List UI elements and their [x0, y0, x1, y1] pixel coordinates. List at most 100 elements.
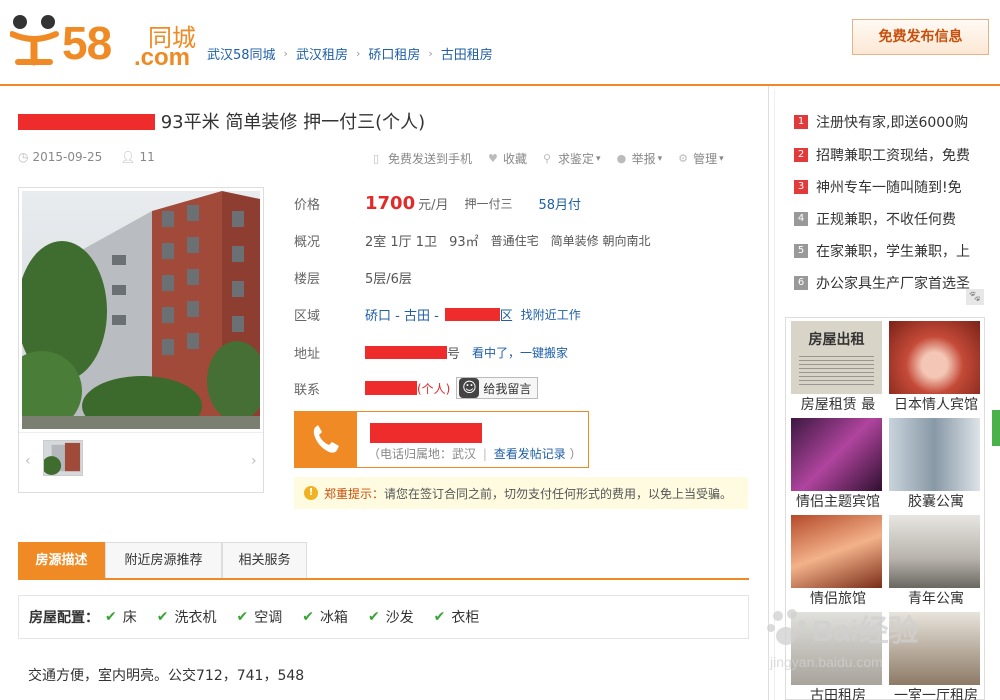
- post-free-info-button[interactable]: 免费发布信息: [852, 19, 989, 55]
- sidebar-ad-item[interactable]: 6 办公家具生产厂家首选圣: [794, 272, 970, 294]
- rank-badge: 4: [794, 212, 808, 226]
- one-click-move-link[interactable]: 看中了，一键搬家: [472, 344, 568, 361]
- feedback-tab[interactable]: [992, 410, 1000, 446]
- area-row: 区域 硚口 - 古田 - 区 找附近工作: [294, 302, 581, 326]
- pin-icon: ●: [616, 152, 627, 165]
- price-unit: 元/月: [418, 197, 449, 213]
- rank-badge: 3: [794, 180, 808, 194]
- send-to-phone-link[interactable]: ▯ 免费发送到手机: [373, 150, 472, 167]
- facility-label: 房屋配置：: [29, 610, 99, 626]
- tab-nearby-listings[interactable]: 附近房源推荐: [105, 542, 222, 578]
- logo-number: 58: [62, 17, 112, 69]
- chevron-left-icon[interactable]: ‹: [25, 453, 31, 469]
- rank-badge: 6: [794, 276, 808, 290]
- report-label: 举报: [631, 152, 656, 166]
- ad-image: [889, 321, 980, 394]
- check-icon: ✔: [105, 609, 117, 625]
- favorite-link[interactable]: ♥ 收藏: [488, 150, 527, 167]
- check-icon: ✔: [156, 609, 169, 625]
- breadcrumb-item[interactable]: 古田租房: [441, 44, 493, 63]
- redacted-address: [365, 345, 447, 359]
- ad-image: 房屋出租: [791, 321, 882, 394]
- notice-body: 请您在签订合同之前，切勿支付任何形式的费用，以免上当受骗。: [384, 486, 733, 501]
- sidebar-ad-item[interactable]: 5 在家兼职，学生兼职，上: [794, 240, 970, 262]
- sidebar-ad-item[interactable]: 1 注册快有家,即送6000购: [794, 111, 968, 133]
- breadcrumb-item[interactable]: 硚口租房: [368, 44, 420, 63]
- room-layout: 2室 1厅 1卫: [365, 234, 438, 250]
- sidebar-ad-item[interactable]: 4 正规兼职，不收任何费: [794, 208, 956, 230]
- main-photo[interactable]: [22, 191, 260, 429]
- facility-text: 冰箱: [319, 610, 348, 626]
- phone-city: （电话归属地：武汉: [368, 447, 477, 461]
- rank-badge: 1: [794, 115, 808, 129]
- chevron-down-icon: ▾: [719, 153, 724, 164]
- thumbnail-photo[interactable]: [43, 440, 83, 476]
- breadcrumb-separator-icon: ›: [355, 47, 361, 60]
- facility-text: 洗衣机: [174, 610, 217, 626]
- warning-icon: !: [304, 486, 318, 500]
- report-dropdown[interactable]: ● 举报 ▾: [617, 150, 663, 167]
- redacted-contact-name: [365, 381, 417, 395]
- facility-text: 床: [122, 610, 137, 626]
- address-suffix: 号: [447, 346, 461, 362]
- phone-icon: ▯: [373, 152, 380, 165]
- nearby-jobs-link[interactable]: 找附近工作: [521, 306, 581, 323]
- search-icon: ⚲: [543, 152, 552, 165]
- check-icon: ✔: [236, 609, 249, 625]
- manage-label: 管理: [693, 152, 718, 166]
- phone-box-icon-area: [295, 412, 357, 467]
- ad-caption: 情侣旅馆: [810, 591, 866, 607]
- facility-item: ✔ 洗衣机: [157, 607, 217, 627]
- image-ad[interactable]: 情侣旅馆: [788, 512, 882, 607]
- sidebar-ad-text: 正规兼职，不收任何费: [816, 212, 956, 228]
- breadcrumb-item[interactable]: 武汉58同城: [207, 44, 276, 63]
- site-header: 58 同城 .com 武汉58同城 › 武汉租房 › 硚口租房 › 古田租房 免…: [0, 0, 1000, 86]
- paw-icon: 🐾︎: [966, 289, 984, 305]
- logo-mascot-icon: [10, 15, 59, 66]
- notice-heading: 郑重提示：: [324, 486, 385, 501]
- site-logo[interactable]: 58 同城 .com: [10, 12, 200, 71]
- check-icon: ✔: [302, 609, 314, 625]
- monthly-pay-link[interactable]: 58月付: [539, 194, 582, 213]
- check-icon: ✔: [367, 609, 380, 625]
- image-ad[interactable]: 青年公寓: [886, 512, 980, 607]
- redacted-phone-number: [370, 423, 482, 443]
- contact-label: 联系: [294, 382, 321, 398]
- watermark-url: jingyan.baidu.com: [770, 654, 883, 670]
- facility-text: 沙发: [385, 610, 414, 626]
- price-label: 价格: [294, 197, 321, 213]
- leave-message-label: 给我留言: [483, 381, 532, 396]
- image-ad[interactable]: 日本情人宾馆: [886, 318, 980, 413]
- ad-caption: 青年公寓: [908, 591, 964, 607]
- breadcrumb-item[interactable]: 武汉租房: [296, 44, 348, 63]
- baidu-jingyan-watermark: Bai经验 jingyan.baidu.com: [762, 606, 952, 682]
- sidebar-ad-item[interactable]: 3 神州专车一随叫随到!免: [794, 176, 962, 198]
- leave-message-button[interactable]: ☺ 给我留言: [456, 377, 539, 399]
- deposit-terms: 押一付三: [464, 196, 513, 211]
- redacted-community: [444, 307, 500, 321]
- chevron-down-icon: ▾: [657, 153, 663, 164]
- chevron-right-icon[interactable]: ›: [251, 453, 257, 469]
- view-post-records-link[interactable]: 查看发帖记录: [494, 447, 566, 461]
- ad-caption: 一室一厅租房: [894, 688, 978, 700]
- tab-services[interactable]: 相关服务: [222, 542, 307, 578]
- phone-handset-icon: [313, 425, 339, 453]
- verify-dropdown[interactable]: ⚲ 求鉴定 ▾: [543, 150, 601, 167]
- paw-logo-icon: [767, 609, 806, 645]
- ad-caption: 房屋租赁 最: [800, 397, 876, 413]
- manage-dropdown[interactable]: ⚙ 管理 ▾: [678, 150, 724, 167]
- image-ad[interactable]: 胶囊公寓: [886, 415, 980, 510]
- image-ad[interactable]: 情侣主题宾馆: [788, 415, 882, 510]
- tab-description[interactable]: 房源描述: [18, 542, 105, 578]
- area-value[interactable]: 硚口 - 古田 -: [365, 305, 439, 324]
- gear-icon: ⚙: [678, 152, 688, 165]
- facility-item: ✔ 衣柜: [434, 607, 480, 627]
- image-ad[interactable]: 房屋出租 房屋租赁 最: [788, 318, 882, 413]
- sidebar-ad-item[interactable]: 2 招聘兼职工资现结，免费: [794, 144, 970, 166]
- ad-image: [791, 515, 882, 588]
- sidebar-ad-text: 神州专车一随叫随到!免: [816, 180, 962, 196]
- address-row: 地址 号 看中了，一键搬家: [294, 340, 568, 364]
- ad-image: [791, 418, 882, 491]
- listing-title-text: 93平米 简单装修 押一付三(个人): [160, 112, 426, 133]
- area-suffix: 区: [499, 308, 513, 324]
